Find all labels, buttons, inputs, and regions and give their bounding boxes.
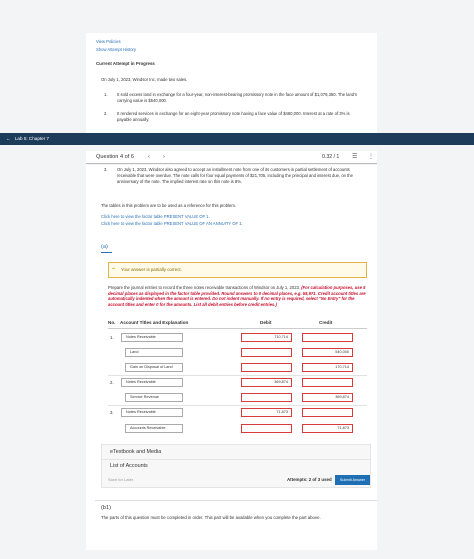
more-options-icon[interactable]: ⋮ [368, 153, 374, 160]
table-header-divider [108, 328, 367, 329]
intro-text: On July 1, 2023, Windsor Inc. made two s… [101, 77, 188, 82]
credit-input[interactable] [302, 333, 353, 342]
current-attempt-heading: Current Attempt in Progress [96, 61, 155, 66]
debit-input[interactable] [241, 363, 292, 372]
save-for-later-button[interactable]: Save for Later [108, 477, 133, 482]
resources-divider [101, 459, 371, 460]
debit-input[interactable] [241, 393, 292, 402]
problem-item-1: 1. It sold excess land in exchange for a… [104, 92, 364, 104]
part-b1-text: The parts of this question must be compl… [101, 515, 321, 520]
problem-number: 1. [104, 92, 108, 97]
account-select[interactable]: Accounts Receivable [125, 424, 183, 433]
entry-number-1: 1. [110, 335, 114, 340]
question-score: 0.32 / 1 [322, 154, 340, 160]
problem-text: It rendered services in exchange for an … [117, 111, 350, 122]
factor-table-pv1-link[interactable]: Click here to view the factor table PRES… [101, 214, 210, 219]
etextbook-link[interactable]: eTextbook and Media [110, 449, 161, 455]
instructions: Prepare the journal entries to record th… [108, 285, 370, 307]
instructions-text: Prepare the journal entries to record th… [108, 285, 301, 290]
problem-text: On July 1, 2023, Windsor also agreed to … [117, 167, 353, 184]
part-a-underline [101, 252, 112, 253]
credit-input[interactable]: 170,714 [302, 363, 353, 372]
factor-table-pva1-link[interactable]: Click here to view the factor table PRES… [101, 221, 243, 226]
tables-note: The tables in this problem are to be use… [101, 203, 237, 208]
credit-input[interactable] [302, 378, 353, 387]
problem-item-2: 2. It rendered services in exchange for … [104, 111, 364, 123]
account-select[interactable]: Notes Receivable [121, 333, 183, 342]
account-select[interactable]: Gain on Disposal of Land [125, 363, 183, 372]
debit-input[interactable]: 710,714 [241, 333, 292, 342]
show-attempt-history-link[interactable]: Show Attempt History [96, 46, 136, 54]
col-header-credit: Credit [319, 320, 333, 325]
col-header-account: Account Titles and Explanation [120, 320, 189, 325]
lab-title: Lab 5: Chapter 7 [14, 136, 50, 141]
top-links: View Policies Show Attempt History [96, 38, 136, 53]
partial-correct-text: Your answer is partially correct. [121, 267, 182, 272]
problem-item-3: 3. On July 1, 2023, Windsor also agreed … [104, 167, 366, 185]
credit-input[interactable] [302, 408, 353, 417]
account-select[interactable]: Notes Receivable [121, 408, 183, 417]
debit-input[interactable] [241, 424, 292, 433]
prev-question-icon[interactable]: ‹ [148, 154, 150, 160]
entry-divider [108, 405, 367, 406]
attempts-counter: Attempts: 2 of 3 used [287, 477, 332, 482]
lab-back-bar[interactable]: ← Lab 5: Chapter 7 [0, 133, 474, 145]
entry-number-3: 3. [110, 410, 114, 415]
problem-number: 3. [104, 167, 108, 172]
entry-number-2: 2. [110, 380, 114, 385]
account-select[interactable]: Service Revenue [125, 393, 183, 402]
credit-input[interactable]: 540,000 [302, 348, 353, 357]
credit-input[interactable]: 71,873 [302, 424, 353, 433]
part-a-label: (a) [101, 244, 108, 250]
problem-text: It sold excess land in exchange for a fo… [117, 92, 358, 103]
question-list-icon[interactable]: ☰ [352, 153, 357, 160]
account-select[interactable]: Land [125, 348, 183, 357]
part-b1-label: (b1) [101, 505, 111, 511]
submit-answer-button[interactable]: Submit Answer [335, 475, 370, 485]
list-of-accounts-link[interactable]: List of Accounts [110, 463, 148, 469]
account-select[interactable]: Notes Receivable [121, 378, 183, 387]
entry-divider [108, 375, 367, 376]
view-policies-link[interactable]: View Policies [96, 38, 136, 46]
problem-number: 2. [104, 111, 108, 116]
col-header-no: No. [108, 320, 116, 325]
next-question-icon[interactable]: › [163, 154, 165, 160]
debit-input[interactable]: 71,873 [241, 408, 292, 417]
partial-icon: – [112, 266, 116, 272]
back-arrow-icon: ← [6, 136, 11, 141]
debit-input[interactable] [241, 348, 292, 357]
debit-input[interactable]: 369,874 [241, 378, 292, 387]
credit-input[interactable]: 369,874 [302, 393, 353, 402]
question-title: Question 4 of 6 [96, 154, 134, 160]
col-header-debit: Debit [260, 320, 272, 325]
